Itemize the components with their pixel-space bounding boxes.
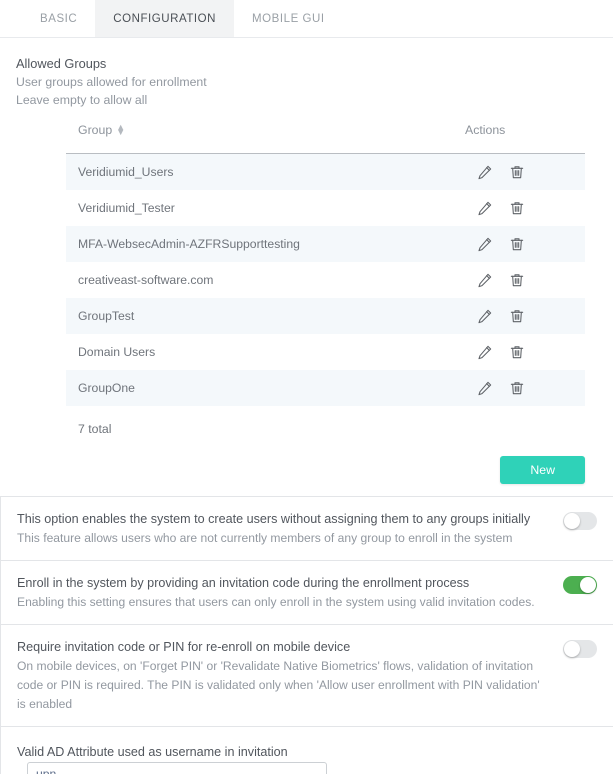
delete-icon[interactable] xyxy=(509,236,525,252)
delete-icon[interactable] xyxy=(509,200,525,216)
table-header-row: Group ▲ ▼ Actions xyxy=(66,117,585,154)
delete-icon[interactable] xyxy=(509,344,525,360)
row-actions-cell xyxy=(465,334,585,370)
toggle-enroll-with-invitation-code[interactable] xyxy=(563,576,597,594)
edit-icon[interactable] xyxy=(477,272,493,288)
group-name-cell: GroupTest xyxy=(66,298,465,334)
table-row[interactable]: Domain Users xyxy=(66,334,585,370)
row-actions-cell xyxy=(465,370,585,406)
table-head: Group ▲ ▼ Actions xyxy=(66,117,585,154)
setting-control xyxy=(549,573,597,594)
row-actions-cell xyxy=(465,298,585,334)
setting-row-enroll-with-invitation-code: Enroll in the system by providing an inv… xyxy=(0,561,613,625)
column-header-group-label: Group xyxy=(78,123,113,137)
setting-row-create-users-without-groups: This option enables the system to create… xyxy=(0,497,613,561)
group-name-cell: creativeast-software.com xyxy=(66,262,465,298)
column-header-group[interactable]: Group ▲ ▼ xyxy=(66,117,465,154)
edit-icon[interactable] xyxy=(477,344,493,360)
table-row[interactable]: GroupOne xyxy=(66,370,585,406)
section-subtitle-2: Leave empty to allow all xyxy=(16,93,148,107)
setting-texts: Require invitation code or PIN for re-en… xyxy=(17,637,549,714)
table-row[interactable]: Veridiumid_Tester xyxy=(66,190,585,226)
setting-row-valid-ad-attribute: Valid AD Attribute used as username in i… xyxy=(0,727,613,774)
allowed-groups-table-wrapper: Group ▲ ▼ Actions Veridiumid_Users Veridium… xyxy=(0,109,613,406)
column-header-actions-label: Actions xyxy=(465,123,506,137)
group-name-cell: Domain Users xyxy=(66,334,465,370)
setting-description: Enabling this setting ensures that users… xyxy=(17,595,535,609)
configuration-page: BASIC CONFIGURATION MOBILE GUI Allowed Gro… xyxy=(0,0,613,774)
delete-icon[interactable] xyxy=(509,272,525,288)
row-count-total: 7 total xyxy=(78,422,112,436)
edit-icon[interactable] xyxy=(477,380,493,396)
setting-texts: This option enables the system to create… xyxy=(17,509,549,548)
group-name-cell: Veridiumid_Users xyxy=(66,153,465,190)
tab-basic[interactable]: BASIC xyxy=(22,0,95,37)
toggle-require-code-or-pin-reenroll[interactable] xyxy=(563,640,597,658)
setting-control xyxy=(549,509,597,530)
setting-description: This feature allows users who are not cu… xyxy=(17,531,513,545)
row-actions-cell xyxy=(465,190,585,226)
tab-configuration[interactable]: CONFIGURATION xyxy=(95,0,235,37)
toggle-knob xyxy=(580,577,596,593)
table-row[interactable]: Veridiumid_Users xyxy=(66,153,585,190)
toggle-knob xyxy=(564,513,580,529)
new-button-row: New xyxy=(0,436,613,496)
new-button[interactable]: New xyxy=(500,456,585,484)
tab-bar: BASIC CONFIGURATION MOBILE GUI xyxy=(0,0,613,38)
setting-control xyxy=(17,762,327,774)
table-row[interactable]: MFA-WebsecAdmin-AZFRSupporttesting xyxy=(66,226,585,262)
setting-description: On mobile devices, on 'Forget PIN' or 'R… xyxy=(17,659,540,711)
delete-icon[interactable] xyxy=(509,308,525,324)
column-header-actions: Actions xyxy=(465,117,585,154)
toggle-create-users-without-groups[interactable] xyxy=(563,512,597,530)
row-actions-cell xyxy=(465,153,585,190)
setting-title: Require invitation code or PIN for re-en… xyxy=(17,640,351,654)
table-body: Veridiumid_Users Veridiumid_Tester MFA-Web… xyxy=(66,153,585,406)
toggle-knob xyxy=(564,641,580,657)
setting-texts: Valid AD Attribute used as username in i… xyxy=(17,739,288,762)
page-title: Allowed Groups xyxy=(16,56,107,71)
row-actions-cell xyxy=(465,226,585,262)
section-subtitle-1: User groups allowed for enrollment xyxy=(16,75,207,89)
setting-title: Enroll in the system by providing an inv… xyxy=(17,576,470,590)
settings-list: This option enables the system to create… xyxy=(0,496,613,774)
table-row[interactable]: GroupTest xyxy=(66,298,585,334)
group-name-cell: GroupOne xyxy=(66,370,465,406)
setting-control xyxy=(549,637,597,658)
setting-texts: Enroll in the system by providing an inv… xyxy=(17,573,549,612)
tab-mobile-gui[interactable]: MOBILE GUI xyxy=(234,0,343,37)
edit-icon[interactable] xyxy=(477,308,493,324)
setting-title: Valid AD Attribute used as username in i… xyxy=(17,745,288,759)
edit-icon[interactable] xyxy=(477,236,493,252)
row-actions-cell xyxy=(465,262,585,298)
setting-row-require-code-or-pin-reenroll: Require invitation code or PIN for re-en… xyxy=(0,625,613,727)
table-row[interactable]: creativeast-software.com xyxy=(66,262,585,298)
delete-icon[interactable] xyxy=(509,380,525,396)
sort-icon[interactable]: ▲ ▼ xyxy=(116,123,125,137)
edit-icon[interactable] xyxy=(477,200,493,216)
allowed-groups-section-header: Allowed Groups User groups allowed for e… xyxy=(0,38,613,109)
allowed-groups-table: Group ▲ ▼ Actions Veridiumid_Users Veridium… xyxy=(66,117,585,406)
setting-title: This option enables the system to create… xyxy=(17,512,531,526)
edit-icon[interactable] xyxy=(477,164,493,180)
group-name-cell: MFA-WebsecAdmin-AZFRSupporttesting xyxy=(66,226,465,262)
group-name-cell: Veridiumid_Tester xyxy=(66,190,465,226)
delete-icon[interactable] xyxy=(509,164,525,180)
input-valid-ad-attribute[interactable] xyxy=(27,762,327,774)
